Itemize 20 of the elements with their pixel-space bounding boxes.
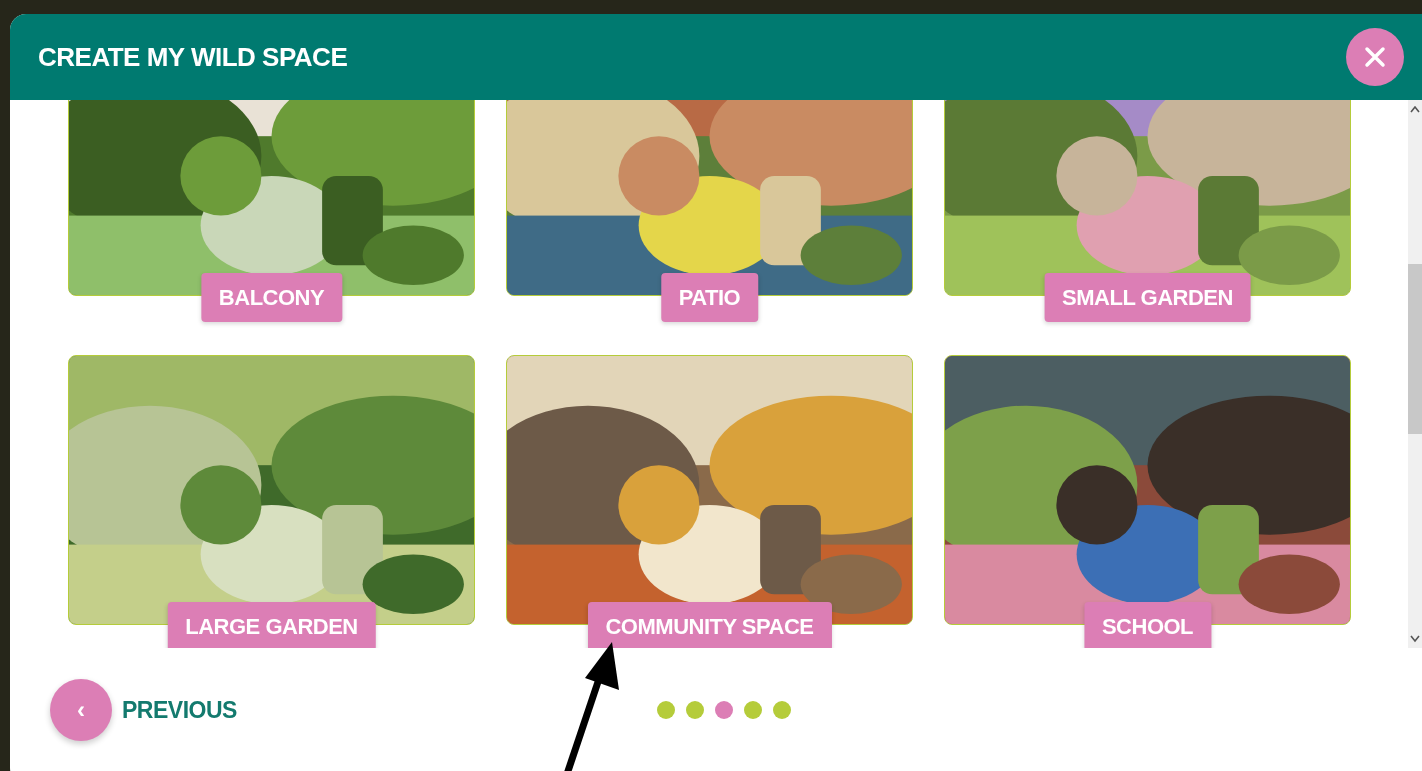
scrollbar-thumb[interactable] <box>1408 264 1422 434</box>
previous-link[interactable]: PREVIOUS <box>122 696 237 724</box>
scrollbar[interactable] <box>1408 100 1422 648</box>
option-label: COMMUNITY SPACE <box>587 602 832 648</box>
step-dot[interactable] <box>714 701 733 719</box>
close-icon <box>1364 46 1386 68</box>
scroll-up-icon[interactable] <box>1409 104 1421 114</box>
option-label: SMALL GARDEN <box>1044 273 1251 322</box>
step-dot[interactable] <box>743 701 762 719</box>
step-dot[interactable] <box>685 701 704 719</box>
previous-button[interactable]: ‹ <box>50 679 112 741</box>
close-button[interactable] <box>1346 28 1404 86</box>
dialog-title: CREATE MY WILD SPACE <box>38 41 348 73</box>
option-label: BALCONY <box>200 273 343 322</box>
scroll-down-icon[interactable] <box>1409 634 1421 644</box>
option-label: PATIO <box>660 273 759 322</box>
option-label: LARGE GARDEN <box>167 602 376 648</box>
step-dot[interactable] <box>656 701 675 719</box>
step-dot[interactable] <box>772 701 791 719</box>
option-label: SCHOOL <box>1083 602 1212 648</box>
